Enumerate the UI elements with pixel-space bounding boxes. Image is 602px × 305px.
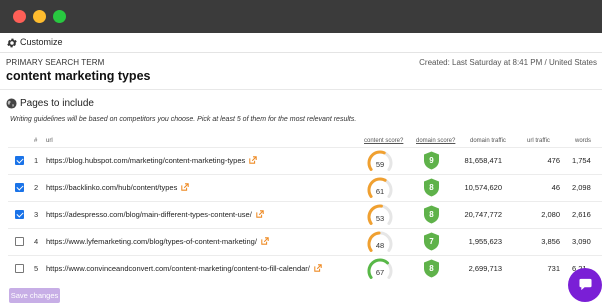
domain-score-value: 8 [429,183,434,192]
row-checkbox[interactable] [15,264,24,273]
row-checkbox[interactable] [15,237,24,246]
close-window-button[interactable] [13,10,26,23]
content-score-value: 53 [375,214,385,223]
url-traffic-value: 476 [547,156,560,165]
external-link-icon[interactable] [261,237,269,245]
row-number: 5 [34,264,39,273]
url-traffic-value: 2,080 [541,210,560,219]
row-url-link[interactable]: https://www.lyfemarketing.com/blog/types… [46,237,257,246]
row-divider [8,147,602,148]
section-title: Pages to include [20,98,94,109]
column-header-url-traffic: url traffic [527,138,550,144]
column-header-url: url [46,138,53,144]
external-link-icon[interactable] [314,264,322,272]
row-url-link[interactable]: https://backlinko.com/hub/content/types [46,183,177,192]
row-url: https://www.lyfemarketing.com/blog/types… [46,237,269,246]
row-number: 3 [34,210,39,219]
domain-traffic-value: 1,955,623 [468,237,502,246]
save-changes-button[interactable]: Save changes [9,288,60,303]
content-score-value: 67 [375,268,385,277]
table-row: 1 https://blog.hubspot.com/marketing/con… [0,147,602,175]
row-url: https://blog.hubspot.com/marketing/conte… [46,156,258,165]
guidelines-text: Writing guidelines will be based on comp… [10,116,357,123]
row-divider [8,174,602,175]
row-url-link[interactable]: https://www.convinceandconvert.com/conte… [46,264,310,273]
row-url-link[interactable]: https://adespresso.com/blog/main-differe… [46,210,252,219]
help-question-icon[interactable]: ? [400,138,403,144]
row-divider [8,228,602,229]
row-url: https://adespresso.com/blog/main-differe… [46,210,264,219]
url-traffic-value: 3,856 [541,237,560,246]
external-link-icon[interactable] [256,210,264,218]
column-header-content-score[interactable]: content score? [364,138,403,144]
column-header-content-score-label: content score [364,138,401,144]
domain-traffic-value: 2,699,713 [468,264,502,273]
chat-icon[interactable] [579,278,592,291]
word-count-value: 1,754 [572,156,591,165]
row-checkbox[interactable] [15,183,24,192]
minimize-window-button[interactable] [33,10,46,23]
help-question-icon[interactable]: ? [452,138,455,144]
customize-button[interactable]: Customize [20,37,63,47]
maximize-window-button[interactable] [53,10,66,23]
gear-icon[interactable] [6,37,18,49]
divider [0,89,602,90]
external-link-icon[interactable] [249,156,258,164]
url-traffic-value: 731 [547,264,560,273]
url-traffic-value: 46 [551,183,560,192]
table-row: 3 https://adespresso.com/blog/main-diffe… [0,201,602,229]
row-url: https://backlinko.com/hub/content/types [46,183,190,192]
row-divider [8,201,602,202]
page-title: content marketing types [6,69,151,83]
toolbar: Customize [0,33,602,53]
created-info: Created: Last Saturday at 8:41 PM / Unit… [419,58,597,67]
table-row: 4 https://www.lyfemarketing.com/blog/typ… [0,228,602,256]
primary-search-term-label: PRIMARY SEARCH TERM [6,58,105,67]
column-header-domain-score[interactable]: domain score? [416,138,455,144]
row-number: 1 [34,156,39,165]
word-count-value: 2,098 [572,183,591,192]
domain-score-value: 7 [429,237,434,246]
content-score-value: 48 [375,241,385,250]
domain-traffic-value: 20,747,772 [464,210,502,219]
domain-score-value: 9 [429,156,434,165]
word-count-value: 3,090 [572,237,591,246]
row-number: 4 [34,237,39,246]
column-header-domain-traffic: domain traffic [470,138,506,144]
content-score-value: 61 [375,187,385,196]
domain-score-value: 8 [429,210,434,219]
row-checkbox[interactable] [15,156,24,165]
window-titlebar [0,0,602,33]
table-row: 2 https://backlinko.com/hub/content/type… [0,174,602,202]
globe-icon [6,98,17,109]
row-url-link[interactable]: https://blog.hubspot.com/marketing/conte… [46,156,245,165]
table-row: 5 https://www.convinceandconvert.com/con… [0,255,602,283]
row-checkbox[interactable] [15,210,24,219]
content-score-value: 59 [375,160,385,169]
column-header-words: words [575,138,592,144]
row-number: 2 [34,183,39,192]
external-link-icon[interactable] [181,183,190,191]
domain-traffic-value: 81,658,471 [464,156,502,165]
row-divider [8,255,602,256]
domain-traffic-value: 10,574,620 [464,183,502,192]
row-url: https://www.convinceandconvert.com/conte… [46,264,322,273]
domain-score-value: 8 [429,264,434,273]
column-header-number: # [34,138,38,144]
word-count-value: 2,616 [572,210,591,219]
column-header-domain-score-label: domain score [416,138,453,144]
